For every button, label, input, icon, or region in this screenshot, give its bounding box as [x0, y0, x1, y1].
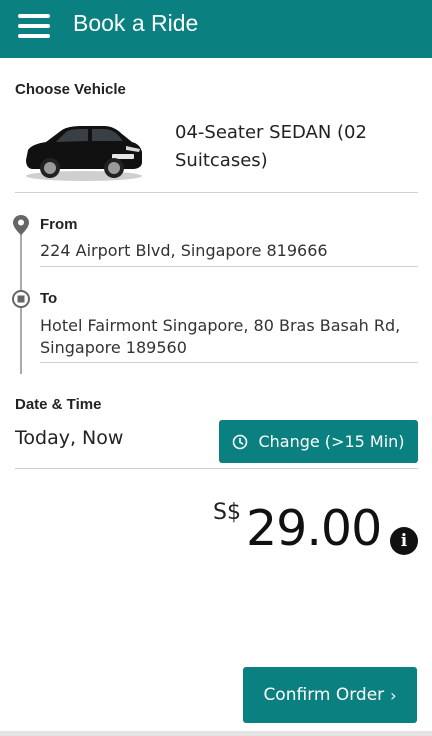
price-currency: S$ — [213, 500, 241, 525]
divider — [15, 468, 418, 469]
from-address-field[interactable]: 224 Airport Blvd, Singapore 819666 — [40, 240, 418, 262]
confirm-order-button[interactable]: Confirm Order › — [243, 667, 417, 723]
from-label: From — [40, 216, 78, 233]
confirm-order-label: Confirm Order — [263, 685, 385, 705]
location-pin-icon — [13, 215, 29, 235]
to-label: To — [40, 290, 58, 307]
divider — [40, 362, 418, 363]
price-amount: 29.00 — [246, 500, 382, 557]
change-time-button[interactable]: Change (>15 Min) — [219, 420, 418, 463]
divider — [40, 266, 418, 267]
app-header: Book a Ride — [0, 0, 432, 58]
change-time-label: Change (>15 Min) — [258, 432, 405, 451]
bottom-bar — [0, 731, 432, 736]
car-image[interactable] — [22, 116, 144, 184]
destination-stop-icon — [12, 290, 30, 308]
vehicle-name[interactable]: 04-Seater SEDAN (02 Suitcases) — [175, 119, 415, 175]
divider — [15, 192, 418, 193]
to-address-field[interactable]: Hotel Fairmont Singapore, 80 Bras Basah … — [40, 315, 418, 359]
menu-icon[interactable] — [18, 14, 50, 38]
clock-icon — [233, 434, 248, 449]
page-title: Book a Ride — [73, 10, 199, 36]
info-icon[interactable]: i — [390, 527, 418, 555]
chevron-right-icon: › — [390, 685, 397, 705]
date-time-value: Today, Now — [15, 427, 124, 449]
choose-vehicle-label: Choose Vehicle — [15, 81, 126, 98]
date-time-label: Date & Time — [15, 396, 102, 413]
